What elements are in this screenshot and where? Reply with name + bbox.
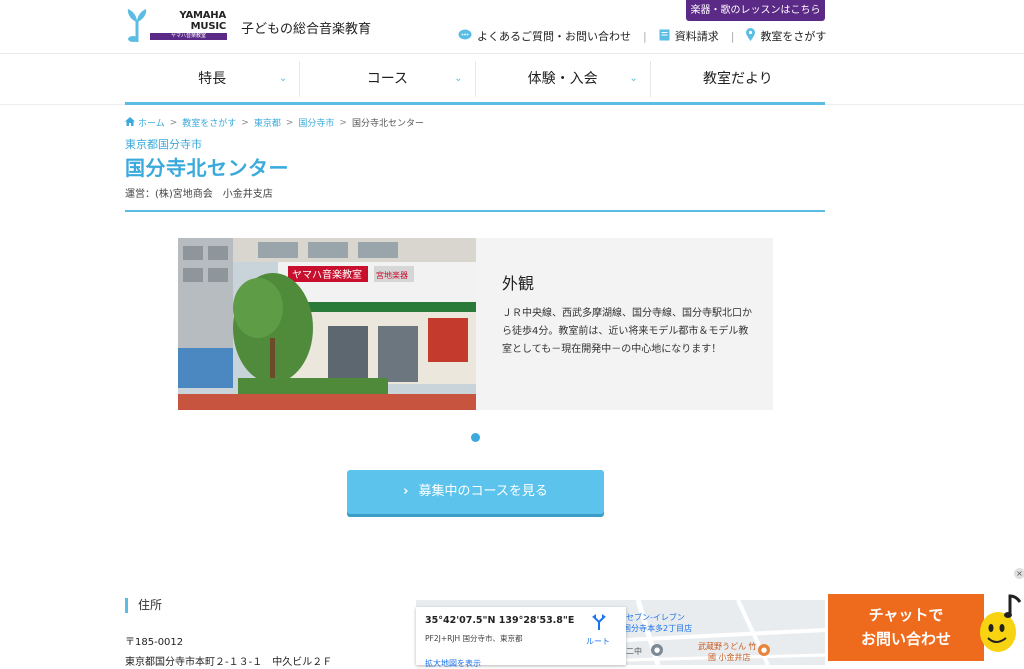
larger-map-link[interactable]: 拡大地図を表示 [425, 658, 481, 669]
directions-label[interactable]: ルート [586, 636, 610, 647]
breadcrumb-home[interactable]: ホーム [138, 116, 165, 129]
map-coordinates: 35°42'07.5"N 139°28'53.8"E [425, 615, 575, 626]
find-school-link[interactable]: 教室をさがす [746, 28, 826, 44]
chat-mascot-icon [978, 590, 1024, 665]
nav-trial-join[interactable]: 体験・入会 ⌄ [476, 61, 651, 97]
address-label: 住所 [125, 598, 162, 613]
close-icon[interactable]: × [1014, 568, 1024, 579]
chevron-down-icon: ⌄ [454, 73, 463, 84]
home-icon [125, 116, 135, 129]
svg-text:宮地楽器: 宮地楽器 [376, 270, 408, 280]
breadcrumb-find-school[interactable]: 教室をさがす [182, 116, 236, 129]
title-divider [125, 210, 825, 212]
breadcrumb: ホーム > 教室をさがす > 東京都 > 国分寺市 > 国分寺北センター [125, 116, 424, 129]
tagline: 子どもの総合音楽教育 [241, 22, 372, 37]
breadcrumb-kokubunji[interactable]: 国分寺市 [298, 116, 334, 129]
school-icon: ● [651, 644, 663, 656]
brochure-link[interactable]: 資料請求 [659, 28, 719, 44]
document-icon [659, 29, 670, 44]
page-title: 国分寺北センター [125, 156, 289, 180]
nav-features[interactable]: 特長 ⌄ [125, 61, 301, 97]
directions-icon[interactable] [592, 614, 606, 634]
global-nav: 特長 ⌄ コース ⌄ 体験・入会 ⌄ 教室だより [125, 61, 825, 97]
postal-code: 〒185-0012 [125, 637, 184, 648]
nav-courses[interactable]: コース ⌄ [300, 61, 476, 97]
map-plus-code: PF2J+RJH 国分寺市、東京都 [425, 634, 523, 643]
map-label: 二中 [626, 647, 642, 656]
slide-description: ＪＲ中央線、西武多摩湖線、国分寺線、国分寺駅北口から徒歩4分。教室前は、近い将来… [502, 308, 752, 355]
chat-bubble-icon [458, 29, 472, 44]
carousel-dot[interactable] [471, 433, 480, 442]
header-divider [0, 53, 1024, 54]
map-label: セブン-イレブン [626, 613, 685, 622]
map-label: 國 小金井店 [708, 653, 751, 662]
exterior-photo: ヤマハ音楽教室 宮地楽器 [178, 238, 476, 410]
address-text: 東京都国分寺市本町２-１３-１ 中久ビル２Ｆ [125, 657, 333, 668]
header-links: よくあるご質問・お問い合わせ | 資料請求 | 教室をさがす [458, 28, 826, 44]
nav-school-news[interactable]: 教室だより [651, 61, 825, 97]
view-courses-button[interactable]: › 募集中のコースを見る [347, 470, 604, 514]
restaurant-icon: ● [758, 644, 770, 656]
chevron-down-icon: ⌄ [278, 73, 288, 84]
divider: | [730, 29, 735, 43]
operator-text: 運営：(株)宮地商会 小金井支店 [125, 189, 273, 200]
nav-accent-line [125, 102, 825, 105]
faq-link[interactable]: よくあるご質問・お問い合わせ [458, 28, 631, 44]
logo-subtitle: ヤマハ音楽教室 [150, 33, 227, 40]
svg-text:ヤマハ音楽教室: ヤマハ音楽教室 [292, 268, 362, 281]
chevron-down-icon: ⌄ [629, 73, 638, 84]
map-label: 国分寺本多2丁目店 [623, 624, 693, 633]
breadcrumb-current: 国分寺北センター [351, 119, 424, 129]
lesson-button[interactable]: 楽器・歌のレッスンはこちら [686, 0, 825, 21]
slide-heading: 外観 [502, 274, 535, 293]
chat-contact-button[interactable]: チャットで お問い合わせ [828, 594, 984, 661]
chevron-right-icon: › [403, 484, 409, 499]
map-label: 武蔵野うどん 竹 [698, 642, 757, 651]
breadcrumb-tokyo[interactable]: 東京都 [254, 116, 281, 129]
note-logo-icon [127, 9, 147, 42]
map-pin-icon [746, 28, 756, 44]
divider: | [643, 29, 647, 43]
prefecture-city: 東京都国分寺市 [125, 138, 202, 151]
